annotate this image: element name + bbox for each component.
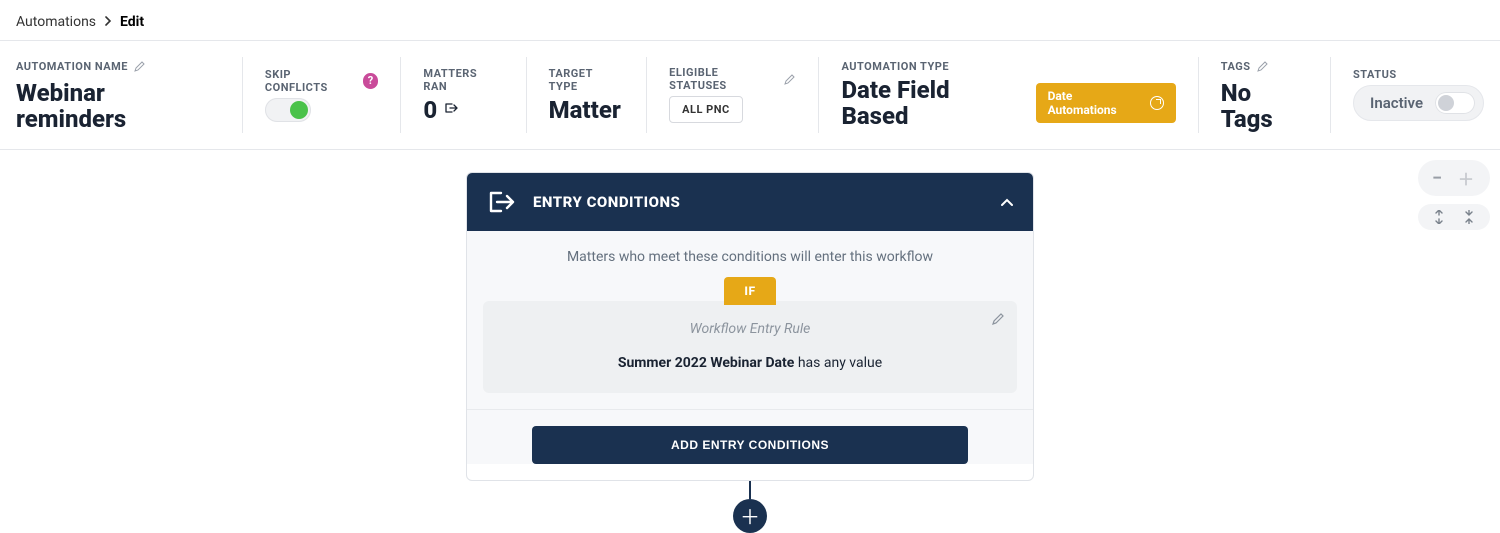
rule-box[interactable]: Workflow Entry Rule Summer 2022 Webinar … (483, 301, 1017, 393)
entry-conditions-card: ENTRY CONDITIONS Matters who meet these … (466, 172, 1034, 481)
chevron-right-icon (104, 15, 112, 29)
automation-type-chip[interactable]: Date Automations (1036, 83, 1176, 123)
pencil-icon[interactable] (991, 311, 1005, 330)
expand-icon[interactable] (1432, 210, 1446, 224)
canvas-area: ENTRY CONDITIONS Matters who meet these … (0, 150, 1500, 533)
clock-icon (1150, 96, 1164, 110)
enter-icon (487, 187, 517, 217)
divider (467, 409, 1033, 410)
add-entry-conditions-button[interactable]: ADD ENTRY CONDITIONS (532, 426, 968, 464)
pencil-icon[interactable] (784, 70, 796, 89)
rule-condition: has any value (794, 355, 882, 371)
summary-eligible-statuses: ELIGIBLE STATUSES ALL PNC (647, 57, 819, 133)
toggle-knob (1438, 95, 1454, 111)
tags-value: No Tags (1221, 80, 1308, 133)
chip-label: Date Automations (1048, 89, 1144, 117)
zoom-out-button[interactable]: − (1432, 168, 1442, 189)
automation-type-label: AUTOMATION TYPE (841, 60, 1175, 73)
summary-bar: AUTOMATION NAME Webinar reminders SKIP C… (0, 41, 1500, 150)
target-type-label: TARGET TYPE (549, 67, 625, 93)
tags-label: TAGS (1221, 60, 1251, 73)
breadcrumb: Automations Edit (0, 0, 1500, 40)
eligible-statuses-label: ELIGIBLE STATUSES (669, 66, 778, 92)
skip-conflicts-label: SKIP CONFLICTS (265, 68, 357, 94)
collapse-icon[interactable] (1462, 210, 1476, 224)
enter-icon[interactable] (445, 101, 459, 119)
card-title: ENTRY CONDITIONS (533, 193, 985, 211)
if-chip: IF (724, 277, 775, 305)
summary-status: STATUS Inactive (1331, 57, 1484, 133)
rule-text: Summer 2022 Webinar Date has any value (499, 355, 1001, 371)
rule-field: Summer 2022 Webinar Date (618, 355, 795, 371)
card-header[interactable]: ENTRY CONDITIONS (467, 173, 1033, 231)
caret-up-icon[interactable] (1001, 195, 1013, 209)
automation-type-value: Date Field Based (841, 77, 1021, 130)
connector-line (749, 481, 751, 499)
status-pill: Inactive (1353, 85, 1484, 121)
skip-conflicts-toggle[interactable] (265, 98, 311, 122)
status-label: STATUS (1353, 68, 1484, 81)
automation-name-label: AUTOMATION NAME (16, 60, 128, 73)
breadcrumb-current: Edit (120, 14, 144, 30)
pencil-icon[interactable] (1257, 57, 1269, 76)
rule-subtitle: Workflow Entry Rule (499, 321, 1001, 337)
breadcrumb-root[interactable]: Automations (16, 14, 96, 30)
summary-tags: TAGS No Tags (1199, 57, 1331, 133)
card-description: Matters who meet these conditions will e… (467, 231, 1033, 277)
zoom-out-in: − ＋ (1418, 160, 1490, 196)
summary-automation-type: AUTOMATION TYPE Date Field Based Date Au… (819, 57, 1198, 133)
status-toggle[interactable] (1435, 92, 1475, 114)
card-body: Matters who meet these conditions will e… (467, 231, 1033, 464)
summary-skip-conflicts: SKIP CONFLICTS ? (243, 57, 402, 133)
matters-ran-value: 0 (423, 97, 437, 123)
zoom-in-button[interactable]: ＋ (1458, 166, 1474, 190)
toggle-knob (290, 101, 308, 119)
matters-ran-label: MATTERS RAN (423, 67, 503, 93)
summary-matters-ran: MATTERS RAN 0 (401, 57, 526, 133)
add-step-button[interactable]: ＋ (733, 499, 767, 533)
eligible-status-chip[interactable]: ALL PNC (669, 96, 743, 123)
summary-target-type: TARGET TYPE Matter (527, 57, 648, 133)
summary-automation-name: AUTOMATION NAME Webinar reminders (16, 57, 243, 133)
automation-name-value: Webinar reminders (16, 80, 220, 133)
status-value: Inactive (1370, 94, 1423, 112)
zoom-controls: − ＋ (1418, 160, 1490, 230)
help-icon[interactable]: ? (363, 73, 379, 89)
expand-collapse (1418, 204, 1490, 230)
target-type-value: Matter (549, 97, 625, 123)
pencil-icon[interactable] (134, 57, 146, 76)
